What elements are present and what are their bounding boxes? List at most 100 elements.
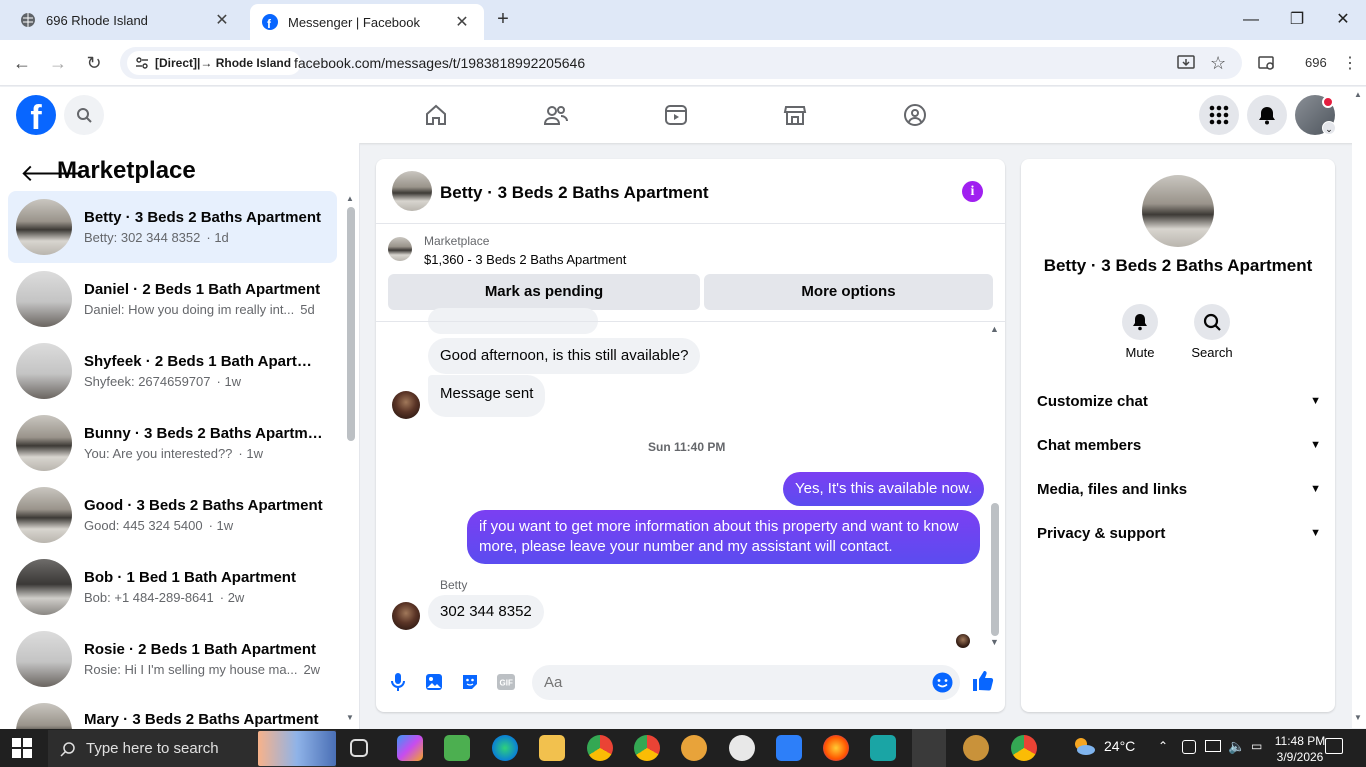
conversation-item[interactable]: Mary · 3 Beds 2 Baths Apartment xyxy=(8,695,337,729)
conversation-name: Shyfeek · 2 Beds 1 Bath Apartme... xyxy=(84,353,324,370)
chrome-icon[interactable] xyxy=(587,735,613,761)
conversation-item[interactable]: Bunny · 3 Beds 2 Baths Apartment You: Ar… xyxy=(8,407,337,479)
chat-avatar[interactable] xyxy=(392,171,432,211)
file-explorer-icon[interactable] xyxy=(539,735,565,761)
app-icon[interactable] xyxy=(681,735,707,761)
menu-button[interactable] xyxy=(1199,95,1239,135)
listing-price[interactable]: $1,360 - 3 Beds 2 Baths Apartment xyxy=(424,252,626,267)
task-view-icon[interactable] xyxy=(350,739,368,757)
image-icon[interactable] xyxy=(424,672,444,692)
app-icon[interactable] xyxy=(963,735,989,761)
active-app-icon[interactable] xyxy=(912,729,946,767)
volume-icon[interactable]: 🔈 xyxy=(1228,738,1245,755)
contact-avatar[interactable] xyxy=(392,602,420,630)
facebook-logo[interactable]: f xyxy=(16,95,56,137)
conversation-item[interactable]: Betty · 3 Beds 2 Baths Apartment Betty: … xyxy=(8,191,337,263)
gaming-nav[interactable] xyxy=(895,100,935,130)
tab-search-icon[interactable] xyxy=(1258,54,1276,72)
chrome-profile-icon[interactable] xyxy=(634,735,660,761)
emoji-icon[interactable] xyxy=(932,672,953,693)
install-app-icon[interactable] xyxy=(1177,54,1195,72)
more-options-button[interactable]: More options xyxy=(704,274,993,310)
thumbs-up-icon[interactable] xyxy=(972,670,994,692)
browser-menu-icon[interactable]: ⋮ xyxy=(1342,53,1358,73)
new-tab-button[interactable]: + xyxy=(492,8,514,32)
profile-label[interactable]: 696 xyxy=(1305,55,1327,70)
tray-app-icon[interactable] xyxy=(1182,740,1196,754)
home-nav[interactable] xyxy=(416,100,456,130)
video-icon xyxy=(664,103,688,127)
divider xyxy=(376,321,1005,322)
conversation-item[interactable]: Good · 3 Beds 2 Baths Apartment Good: 44… xyxy=(8,479,337,551)
windows-start-icon[interactable] xyxy=(12,738,32,758)
forward-button[interactable]: → xyxy=(48,53,68,73)
tray-chevron-up-icon[interactable]: ⌃ xyxy=(1158,739,1168,753)
conversation-item[interactable]: Bob · 1 Bed 1 Bath Apartment Bob: +1 484… xyxy=(8,551,337,623)
url-text[interactable]: facebook.com/messages/t/1983818992205646 xyxy=(294,55,585,71)
scroll-down-arrow[interactable]: ▼ xyxy=(346,713,354,722)
browser-tab-messenger[interactable]: f Messenger | Facebook ✕ xyxy=(250,4,484,40)
network-icon[interactable] xyxy=(1205,740,1221,752)
scroll-down-arrow[interactable]: ▼ xyxy=(1354,713,1362,722)
copilot-icon[interactable] xyxy=(397,735,423,761)
row-label: Customize chat xyxy=(1037,392,1148,410)
chrome-icon[interactable] xyxy=(1011,735,1037,761)
back-button[interactable]: ← xyxy=(12,53,32,73)
message-input[interactable] xyxy=(532,665,960,700)
friends-nav[interactable] xyxy=(536,100,576,130)
search-icon xyxy=(60,741,76,757)
notifications-button[interactable] xyxy=(1247,95,1287,135)
conversation-item[interactable]: Shyfeek · 2 Beds 1 Bath Apartme... Shyfe… xyxy=(8,335,337,407)
customize-chat-row[interactable]: Customize chat ▼ xyxy=(1037,379,1321,423)
app-icon[interactable] xyxy=(776,735,802,761)
close-window-button[interactable]: ✕ xyxy=(1320,6,1366,34)
scroll-up-arrow[interactable]: ▲ xyxy=(1354,90,1362,99)
microphone-icon[interactable] xyxy=(388,672,408,692)
close-tab-icon[interactable]: ✕ xyxy=(212,10,232,30)
privacy-support-row[interactable]: Privacy & support ▼ xyxy=(1037,511,1321,555)
scrollbar[interactable] xyxy=(347,207,355,441)
scroll-down-arrow[interactable]: ▼ xyxy=(990,637,999,647)
message-bubble-outgoing: if you want to get more information abou… xyxy=(467,510,980,564)
maximize-button[interactable]: ❐ xyxy=(1274,6,1320,34)
taskbar-clock[interactable]: 11:48 PM 3/9/2026 xyxy=(1270,733,1330,765)
media-files-links-row[interactable]: Media, files and links ▼ xyxy=(1037,467,1321,511)
spreadsheet-app-icon[interactable] xyxy=(444,735,470,761)
marketplace-nav[interactable] xyxy=(775,100,815,130)
scroll-up-arrow[interactable]: ▲ xyxy=(346,194,354,203)
page-scrollbar[interactable] xyxy=(1352,88,1366,728)
taskbar-search-placeholder: Type here to search xyxy=(86,740,219,757)
chevron-down-icon: ▼ xyxy=(1310,527,1321,539)
facebook-search-button[interactable] xyxy=(64,95,104,135)
mute-button[interactable]: Mute xyxy=(1110,304,1170,360)
minimize-button[interactable]: — xyxy=(1228,6,1274,34)
info-icon[interactable]: i xyxy=(962,181,983,202)
edge-icon[interactable] xyxy=(492,735,518,761)
battery-icon[interactable]: ▭ xyxy=(1251,739,1262,753)
mark-as-pending-button[interactable]: Mark as pending xyxy=(388,274,700,310)
contact-avatar[interactable] xyxy=(392,391,420,419)
watch-nav[interactable] xyxy=(656,100,696,130)
scroll-up-arrow[interactable]: ▲ xyxy=(990,324,999,334)
chat-members-row[interactable]: Chat members ▼ xyxy=(1037,423,1321,467)
sticker-icon[interactable] xyxy=(460,672,480,692)
browser-tab-rhode-island[interactable]: 696 Rhode Island ✕ xyxy=(8,4,244,36)
chevron-down-icon[interactable]: ⌄ xyxy=(1322,121,1336,135)
chat-title[interactable]: Betty · 3 Beds 2 Baths Apartment xyxy=(440,183,709,203)
message-bubble-outgoing: Yes, It's this available now. xyxy=(783,472,985,506)
reload-button[interactable]: ↻ xyxy=(84,53,104,73)
app-icon[interactable] xyxy=(729,735,755,761)
firefox-icon[interactable] xyxy=(823,735,849,761)
conversation-item[interactable]: Daniel · 2 Beds 1 Bath Apartment Daniel:… xyxy=(8,263,337,335)
conversation-item[interactable]: Rosie · 2 Beds 1 Bath Apartment Rosie: H… xyxy=(8,623,337,695)
conversation-name: Bob · 1 Bed 1 Bath Apartment xyxy=(84,569,296,586)
app-icon[interactable] xyxy=(870,735,896,761)
weather-widget[interactable]: 24°C xyxy=(1072,736,1135,756)
search-in-chat-button[interactable]: Search xyxy=(1182,304,1242,360)
gif-icon[interactable]: GIF xyxy=(496,672,516,692)
chat-scrollbar[interactable] xyxy=(991,503,999,636)
notifications-center-icon[interactable] xyxy=(1325,738,1343,754)
site-info-chip[interactable]: [Direct]|→ Rhode Island xyxy=(127,51,302,75)
bookmark-star-icon[interactable]: ☆ xyxy=(1210,53,1226,74)
close-tab-icon[interactable]: ✕ xyxy=(452,12,472,32)
